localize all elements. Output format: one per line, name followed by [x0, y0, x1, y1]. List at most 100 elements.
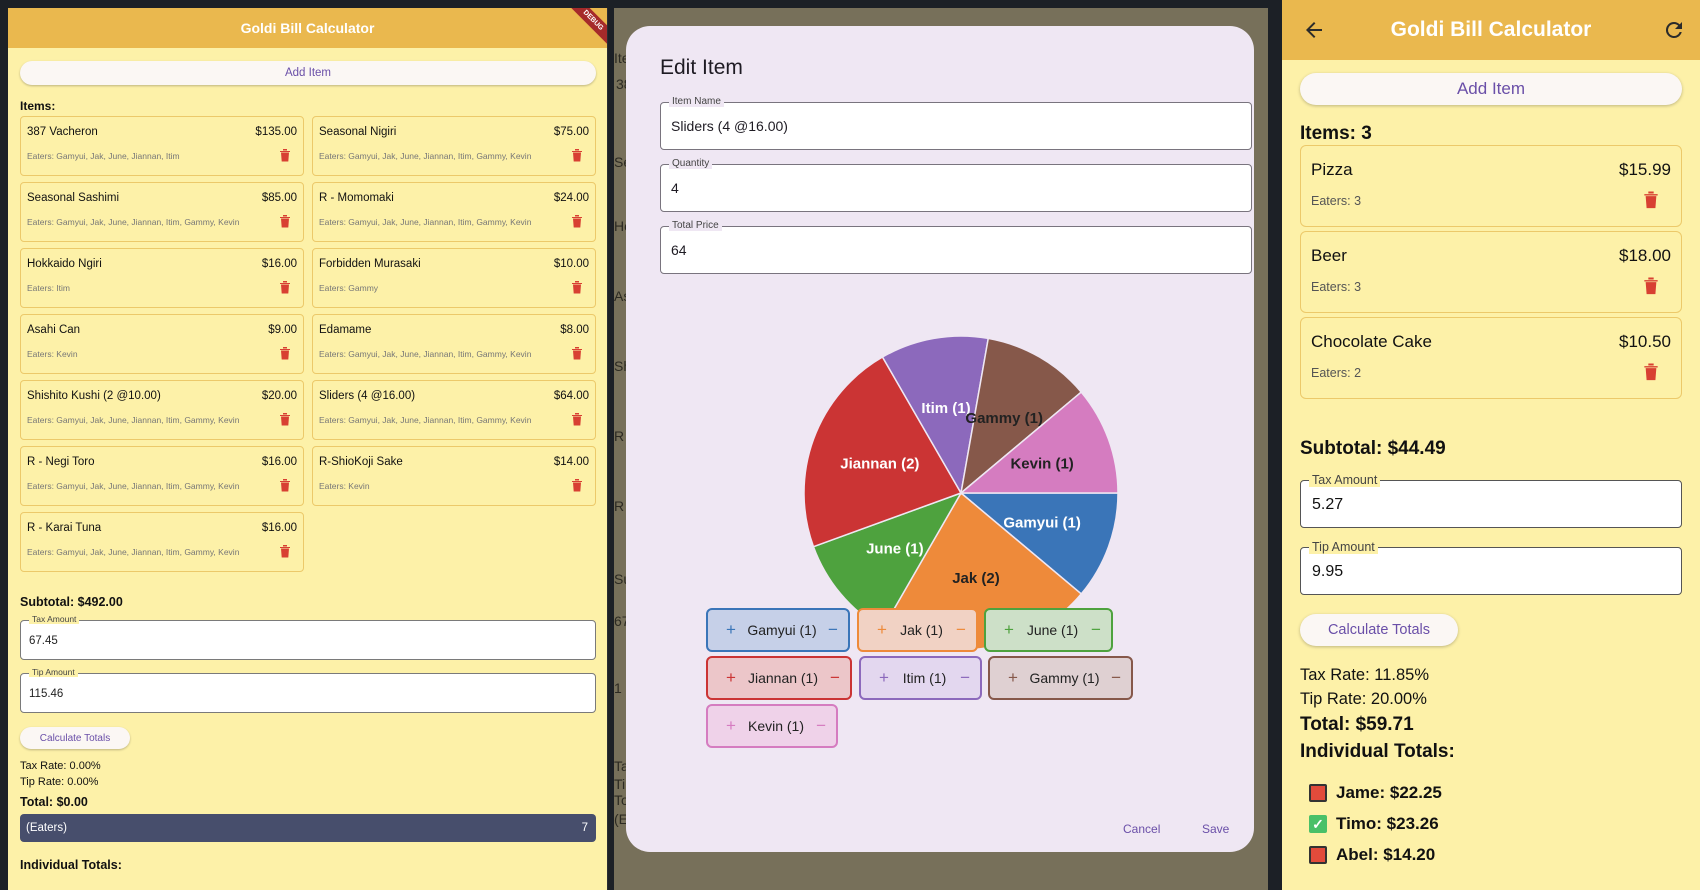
- quantity-value[interactable]: 4: [671, 180, 679, 196]
- delete-icon[interactable]: [1643, 362, 1659, 381]
- item-eaters: Eaters: Gamyui, Jak, June, Jiannan, Itim: [27, 151, 180, 161]
- item-card[interactable]: R - Karai Tuna $16.00 Eaters: Gamyui, Ja…: [20, 512, 304, 572]
- minus-icon[interactable]: −: [830, 668, 840, 688]
- delete-icon[interactable]: [279, 478, 291, 492]
- individual-total-row[interactable]: ✓ Timo: $23.26: [1309, 814, 1439, 834]
- app-bar: Goldi Bill Calculator DEBUG: [8, 8, 607, 48]
- individual-total-row[interactable]: Abel: $14.20: [1309, 845, 1435, 865]
- plus-icon[interactable]: +: [726, 716, 736, 736]
- cancel-button[interactable]: Cancel: [1123, 822, 1160, 836]
- pie-slice-label: Kevin (1): [1010, 455, 1073, 472]
- delete-icon[interactable]: [571, 214, 583, 228]
- delete-icon[interactable]: [571, 148, 583, 162]
- eaters-dropdown[interactable]: (Eaters) 7: [20, 814, 596, 842]
- item-card[interactable]: R - Negi Toro $16.00 Eaters: Gamyui, Jak…: [20, 446, 304, 506]
- total-price-value[interactable]: 64: [671, 242, 687, 258]
- item-card[interactable]: Pizza $15.99 Eaters: 3: [1300, 145, 1682, 227]
- pie-slice-label: June (1): [866, 541, 924, 558]
- item-card[interactable]: Seasonal Sashimi $85.00 Eaters: Gamyui, …: [20, 182, 304, 242]
- calculate-totals-button[interactable]: Calculate Totals: [20, 727, 130, 749]
- delete-icon[interactable]: [279, 214, 291, 228]
- plus-icon[interactable]: +: [726, 668, 736, 688]
- item-card[interactable]: R-ShioKoji Sake $14.00 Eaters: Kevin: [312, 446, 596, 506]
- plus-icon[interactable]: +: [1008, 668, 1018, 688]
- delete-icon[interactable]: [1643, 276, 1659, 295]
- item-card[interactable]: Forbidden Murasaki $10.00 Eaters: Gammy: [312, 248, 596, 308]
- delete-icon[interactable]: [571, 280, 583, 294]
- tax-amount-value[interactable]: 5.27: [1312, 496, 1343, 514]
- eater-chip: + Jak (1) −: [857, 608, 978, 652]
- item-name: R - Negi Toro: [27, 456, 95, 468]
- item-card[interactable]: Sliders (4 @16.00) $64.00 Eaters: Gamyui…: [312, 380, 596, 440]
- subtotal: Subtotal: $492.00: [20, 595, 123, 609]
- item-name-value[interactable]: Sliders (4 @16.00): [671, 118, 788, 134]
- checkbox-checked-icon[interactable]: ✓: [1309, 815, 1327, 833]
- item-name-label: Item Name: [669, 96, 724, 107]
- eater-chip: + June (1) −: [984, 608, 1113, 652]
- delete-icon[interactable]: [279, 148, 291, 162]
- eater-chip: + Kevin (1) −: [706, 704, 838, 748]
- plus-icon[interactable]: +: [1004, 620, 1014, 640]
- add-item-button[interactable]: Add Item: [1300, 73, 1682, 105]
- items-label: Items: 3: [1300, 123, 1372, 144]
- item-price: $75.00: [553, 126, 589, 138]
- minus-icon[interactable]: −: [828, 620, 838, 640]
- item-card[interactable]: Asahi Can $9.00 Eaters: Kevin: [20, 314, 304, 374]
- background-text: R: [614, 428, 625, 444]
- checkbox-icon[interactable]: [1309, 784, 1327, 802]
- delete-icon[interactable]: [279, 346, 291, 360]
- item-name: Beer: [1311, 246, 1347, 265]
- delete-icon[interactable]: [1643, 190, 1659, 209]
- item-card[interactable]: R - Momomaki $24.00 Eaters: Gamyui, Jak,…: [312, 182, 596, 242]
- right-panel: Goldi Bill Calculator Add Item Items: 3 …: [1282, 0, 1700, 890]
- tax-amount-field[interactable]: Tax Amount 5.27: [1300, 473, 1682, 528]
- delete-icon[interactable]: [571, 412, 583, 426]
- minus-icon[interactable]: −: [960, 668, 970, 688]
- tip-amount-field[interactable]: Tip Amount 9.95: [1300, 540, 1682, 595]
- item-price: $14.00: [553, 456, 589, 468]
- individual-total-row[interactable]: Jame: $22.25: [1309, 783, 1442, 803]
- item-name: 387 Vacheron: [27, 126, 98, 138]
- delete-icon[interactable]: [571, 346, 583, 360]
- eater-chip: + Gamyui (1) −: [706, 608, 850, 652]
- calculate-totals-button[interactable]: Calculate Totals: [1300, 614, 1458, 646]
- item-card[interactable]: 387 Vacheron $135.00 Eaters: Gamyui, Jak…: [20, 116, 304, 176]
- tax-amount-value[interactable]: 67.45: [29, 635, 58, 647]
- tax-amount-field[interactable]: Tax Amount 67.45: [20, 614, 596, 660]
- minus-icon[interactable]: −: [1091, 620, 1101, 640]
- item-name: R - Momomaki: [319, 192, 394, 204]
- item-card[interactable]: Hokkaido Ngiri $16.00 Eaters: Itim: [20, 248, 304, 308]
- item-card[interactable]: Beer $18.00 Eaters: 3: [1300, 231, 1682, 313]
- delete-icon[interactable]: [279, 544, 291, 558]
- checkbox-icon[interactable]: [1309, 846, 1327, 864]
- item-eaters: Eaters: Gamyui, Jak, June, Jiannan, Itim…: [319, 415, 532, 425]
- item-card[interactable]: Edamame $8.00 Eaters: Gamyui, Jak, June,…: [312, 314, 596, 374]
- refresh-icon[interactable]: [1662, 18, 1686, 42]
- back-arrow-icon[interactable]: [1302, 18, 1326, 42]
- tip-amount-value[interactable]: 115.46: [29, 688, 63, 700]
- plus-icon[interactable]: +: [879, 668, 889, 688]
- delete-icon[interactable]: [571, 478, 583, 492]
- delete-icon[interactable]: [279, 280, 291, 294]
- add-item-button[interactable]: Add Item: [20, 61, 596, 85]
- item-price: $8.00: [560, 324, 589, 336]
- item-card[interactable]: Seasonal Nigiri $75.00 Eaters: Gamyui, J…: [312, 116, 596, 176]
- plus-icon[interactable]: +: [877, 620, 887, 640]
- tax-amount-label: Tax Amount: [1309, 473, 1381, 487]
- item-card[interactable]: Shishito Kushi (2 @10.00) $20.00 Eaters:…: [20, 380, 304, 440]
- pie-slice-label: Itim (1): [921, 400, 970, 417]
- item-name-field[interactable]: Item Name Sliders (4 @16.00): [660, 96, 1252, 150]
- quantity-field[interactable]: Quantity 4: [660, 158, 1252, 212]
- minus-icon[interactable]: −: [956, 620, 966, 640]
- item-card[interactable]: Chocolate Cake $10.50 Eaters: 2: [1300, 317, 1682, 399]
- total-price-field[interactable]: Total Price 64: [660, 220, 1252, 274]
- minus-icon[interactable]: −: [816, 716, 826, 736]
- save-button[interactable]: Save: [1202, 822, 1229, 836]
- minus-icon[interactable]: −: [1111, 668, 1121, 688]
- tip-amount-value[interactable]: 9.95: [1312, 563, 1343, 581]
- background-text: R: [614, 498, 625, 514]
- plus-icon[interactable]: +: [726, 620, 736, 640]
- delete-icon[interactable]: [279, 412, 291, 426]
- tip-amount-field[interactable]: Tip Amount 115.46: [20, 667, 596, 713]
- individual-total-label: Jame: $22.25: [1336, 783, 1442, 802]
